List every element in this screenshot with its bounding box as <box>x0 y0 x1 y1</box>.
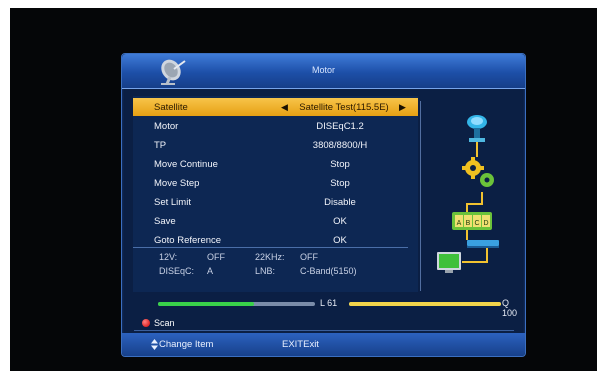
motor-window: Motor Satellite ◀ Satellite Test(115.5E)… <box>121 53 526 357</box>
menu-item-move-step[interactable]: Move Step Stop <box>133 174 418 192</box>
port-letter-d: D <box>483 220 488 227</box>
change-item-hint: Change Item <box>159 339 214 350</box>
red-button-icon <box>142 319 150 327</box>
menu-item-label: Motor <box>154 121 179 132</box>
menu-item-value: 3808/8800/H <box>312 140 368 151</box>
menu-item-value: Disable <box>324 197 356 208</box>
menu-item-label: Move Step <box>154 178 200 189</box>
arrow-right-icon[interactable]: ▶ <box>399 102 406 113</box>
footer-bar: Change Item EXITExit <box>122 333 525 356</box>
arrow-left-icon[interactable]: ◀ <box>281 102 288 113</box>
menu-item-value: Satellite Test(115.5E) <box>299 102 389 113</box>
panel-divider <box>420 101 421 291</box>
menu-item-value: Stop <box>330 178 350 189</box>
level-bar <box>158 302 315 306</box>
info-diseqc-label: DISEqC: <box>159 266 195 276</box>
title-bar: Motor <box>122 54 525 89</box>
menu-item-label: Set Limit <box>154 197 191 208</box>
menu-item-value: OK <box>333 216 347 227</box>
menu-item-label: Move Continue <box>154 159 218 170</box>
menu-item-move-continue[interactable]: Move Continue Stop <box>133 155 418 173</box>
quality-bar <box>349 302 501 306</box>
info-12v-label: 12V: <box>159 252 178 262</box>
window-title: Motor <box>312 65 336 75</box>
info-22khz-label: 22KHz: <box>255 252 285 262</box>
level-bar-fill <box>158 302 254 306</box>
receiver-icon <box>467 240 499 248</box>
port-letter-b: B <box>466 220 471 227</box>
tv-screen: Motor Satellite ◀ Satellite Test(115.5E)… <box>10 8 597 371</box>
info-lnb-value: C-Band(5150) <box>300 266 357 276</box>
quality-label: Q 100 <box>502 298 518 318</box>
port-letter-a: A <box>457 220 462 227</box>
quality-bar-fill <box>349 302 501 306</box>
menu-item-label: TP <box>154 140 167 151</box>
dish-icon <box>467 115 487 142</box>
port-letter-c: C <box>474 220 479 227</box>
signal-meter: L 61 Q 100 <box>122 294 525 318</box>
menu-item-label: Satellite <box>154 102 188 113</box>
menu-item-value: OK <box>333 235 347 246</box>
info-22khz-value: OFF <box>300 252 318 262</box>
menu-item-label: Save <box>154 216 176 227</box>
gear-icon <box>462 157 494 187</box>
menu-item-tp[interactable]: TP 3808/8800/H <box>133 136 418 154</box>
satellite-dish-icon <box>161 59 186 85</box>
info-lnb-label: LNB: <box>255 266 276 276</box>
menu-item-save[interactable]: Save OK <box>133 212 418 230</box>
scan-hint[interactable]: Scan <box>134 316 514 331</box>
motor-diagram: A B C D <box>437 115 499 273</box>
tv-icon <box>437 252 461 273</box>
up-down-arrow-icon <box>151 339 158 350</box>
lnb-info-panel: 12V: OFF 22KHz: OFF DISEqC: A LNB: C-Ban… <box>133 247 408 286</box>
level-label: L 61 <box>320 298 338 308</box>
menu-item-label: Goto Reference <box>154 235 222 246</box>
menu-item-value: Stop <box>330 159 350 170</box>
info-12v-value: OFF <box>207 252 225 262</box>
menu-item-value: DISEqC1.2 <box>316 121 364 132</box>
scan-label: Scan <box>154 318 175 328</box>
menu-item-motor[interactable]: Motor DISEqC1.2 <box>133 117 418 135</box>
menu-item-satellite[interactable]: Satellite ◀ Satellite Test(115.5E) ▶ <box>133 98 418 116</box>
exit-hint[interactable]: EXITExit <box>282 339 319 350</box>
info-diseqc-value: A <box>207 266 214 276</box>
menu-item-set-limit[interactable]: Set Limit Disable <box>133 193 418 211</box>
diseqc-switch-icon: A B C D <box>452 212 492 230</box>
